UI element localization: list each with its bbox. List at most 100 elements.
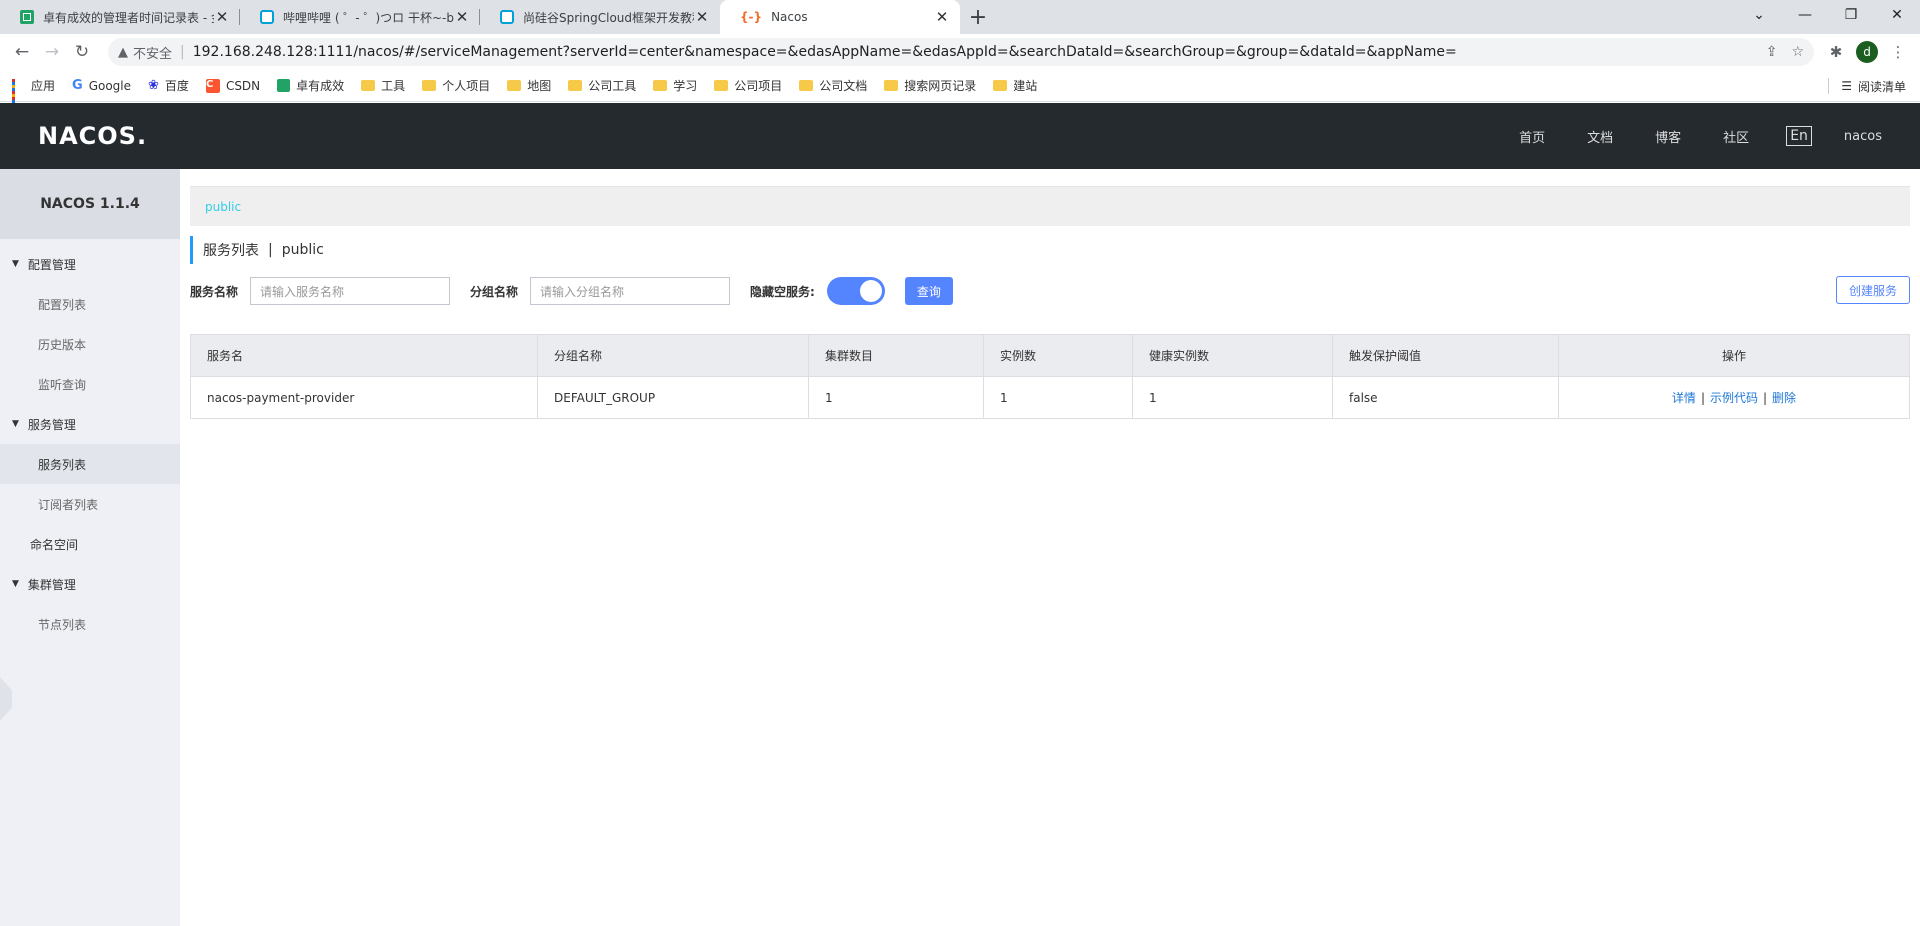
sidebar-collapse-handle[interactable] xyxy=(0,677,12,721)
url-text[interactable]: 192.168.248.128:1111/nacos/#/serviceMana… xyxy=(193,44,1752,60)
baidu-icon: ❀ xyxy=(148,78,159,93)
browser-tab-active[interactable]: {-} Nacos ✕ xyxy=(720,0,960,34)
close-icon[interactable]: ✕ xyxy=(454,8,470,26)
bookmark-folder[interactable]: 工具 xyxy=(361,77,405,94)
sample-code-link[interactable]: 示例代码 xyxy=(1710,391,1758,405)
reading-list[interactable]: ☰ 阅读清单 xyxy=(1828,70,1906,102)
cell-healthy-count: 1 xyxy=(1132,376,1333,419)
cell-instance-count: 1 xyxy=(983,376,1133,419)
create-service-button[interactable]: 创建服务 xyxy=(1835,276,1910,304)
main-content: public 服务列表 | public 服务名称 请输入服务名称 分组名称 请… xyxy=(190,169,1910,926)
bookmark-apps[interactable]: 应用 xyxy=(12,77,55,106)
group-name-input[interactable]: 请输入分组名称 xyxy=(530,277,731,305)
cell-cluster-count: 1 xyxy=(808,376,984,419)
bookmark-label: 建站 xyxy=(1013,79,1038,93)
sidebar-item-listener[interactable]: 监听查询 xyxy=(0,364,180,404)
apps-icon xyxy=(12,79,25,106)
top-menu: 首页 文档 博客 社区 En nacos xyxy=(1498,126,1882,146)
bookmark-csdn[interactable]: C CSDN xyxy=(205,78,260,93)
reading-list-icon: ☰ xyxy=(1841,79,1852,93)
bookmark-label: 百度 xyxy=(164,79,189,93)
tab-title: Nacos xyxy=(771,10,808,24)
bookmark-baidu[interactable]: ❀ 百度 xyxy=(148,77,189,94)
user-name[interactable]: nacos xyxy=(1844,129,1882,144)
language-switch[interactable]: En xyxy=(1786,126,1812,146)
service-name-input[interactable]: 请输入服务名称 xyxy=(250,277,451,305)
toggle-knob xyxy=(859,280,882,302)
group-name-label: 分组名称 xyxy=(470,284,519,299)
hide-empty-toggle[interactable] xyxy=(826,277,885,305)
reload-button[interactable]: ↻ xyxy=(68,38,96,66)
nacos-page: NACOS. 首页 文档 博客 社区 En nacos NACOS 1.1.4 … xyxy=(0,103,1920,926)
forward-button[interactable]: → xyxy=(38,38,66,66)
extensions-icon[interactable]: ✱ xyxy=(1822,38,1850,66)
sidebar-group-config[interactable]: ▼ 配置管理 xyxy=(0,244,180,284)
bilibili-icon xyxy=(260,10,274,24)
bookmark-label: 工具 xyxy=(381,79,406,93)
bookmark-label: 公司文档 xyxy=(819,79,868,93)
bookmark-folder[interactable]: 公司项目 xyxy=(714,77,782,94)
reading-list-label: 阅读清单 xyxy=(1857,79,1906,94)
close-icon[interactable]: ✕ xyxy=(934,8,950,26)
folder-icon xyxy=(568,80,583,91)
nav-home[interactable]: 首页 xyxy=(1498,127,1566,146)
top-nav: NACOS. 首页 文档 博客 社区 En nacos xyxy=(0,103,1920,169)
close-window-button[interactable]: ✕ xyxy=(1874,0,1920,30)
new-tab-button[interactable]: + xyxy=(960,0,996,34)
bookmark-folder[interactable]: 地图 xyxy=(507,77,551,94)
profile-avatar[interactable]: d xyxy=(1856,41,1878,63)
folder-icon xyxy=(799,80,814,91)
namespace-link[interactable]: public xyxy=(205,200,241,214)
tab-search-icon[interactable]: ⌄ xyxy=(1736,0,1782,30)
back-button[interactable]: ← xyxy=(8,38,36,66)
query-button[interactable]: 查询 xyxy=(904,277,953,305)
minimize-button[interactable]: — xyxy=(1782,0,1828,30)
nacos-logo[interactable]: NACOS. xyxy=(38,122,147,150)
browser-tab[interactable]: 尚硅谷SpringCloud框架开发教程 ✕ xyxy=(480,0,720,34)
sidebar-item-config-list[interactable]: 配置列表 xyxy=(0,284,180,324)
browser-tab[interactable]: 哔哩哔哩 ( ゜- ゜)つロ 干杯~-bili ✕ xyxy=(240,0,480,34)
divider xyxy=(1828,78,1830,94)
sidebar-item-service-list[interactable]: 服务列表 xyxy=(0,444,180,484)
bookmark-folder[interactable]: 建站 xyxy=(993,77,1037,94)
bookmark-folder[interactable]: 公司工具 xyxy=(568,77,636,94)
browser-tab[interactable]: 卓有成效的管理者时间记录表 - 金 ✕ xyxy=(0,0,240,34)
col-actions: 操作 xyxy=(1558,334,1910,377)
bookmark-google[interactable]: G Google xyxy=(72,78,131,93)
nav-blog[interactable]: 博客 xyxy=(1634,127,1702,146)
close-icon[interactable]: ✕ xyxy=(214,8,230,26)
group-label: 配置管理 xyxy=(27,257,76,272)
hide-empty-label: 隐藏空服务: xyxy=(750,284,815,299)
folder-icon xyxy=(884,80,899,91)
insecure-label: 不安全 xyxy=(133,46,173,62)
bookmark-folder[interactable]: 搜索网页记录 xyxy=(884,77,976,94)
menu-icon[interactable]: ⋮ xyxy=(1884,38,1912,66)
page-title: 服务列表 | public xyxy=(190,236,1910,264)
close-icon[interactable]: ✕ xyxy=(694,8,710,26)
sidebar-item-nodes[interactable]: 节点列表 xyxy=(0,604,180,644)
sidebar-item-namespace[interactable]: 命名空间 xyxy=(0,524,180,564)
bookmark-folder[interactable]: 个人项目 xyxy=(422,77,490,94)
folder-icon xyxy=(361,80,376,91)
sidebar-group-cluster[interactable]: ▼ 集群管理 xyxy=(0,564,180,604)
detail-link[interactable]: 详情 xyxy=(1672,391,1696,405)
group-label: 集群管理 xyxy=(27,577,76,592)
sidebar-item-history[interactable]: 历史版本 xyxy=(0,324,180,364)
op-separator: | xyxy=(1700,391,1705,405)
browser-toolbar: ← → ↻ ▲ 不安全 | 192.168.248.128:1111/nacos… xyxy=(0,34,1920,70)
sidebar-item-subscribers[interactable]: 订阅者列表 xyxy=(0,484,180,524)
caret-down-icon: ▼ xyxy=(12,419,19,429)
restore-button[interactable]: ❐ xyxy=(1828,0,1874,30)
sidebar-group-service[interactable]: ▼ 服务管理 xyxy=(0,404,180,444)
bookmark-zhuoyou[interactable]: 卓有成效 xyxy=(277,77,344,94)
csdn-icon: C xyxy=(205,78,220,93)
share-icon[interactable]: ⇪ xyxy=(1766,44,1778,60)
nav-community[interactable]: 社区 xyxy=(1702,127,1770,146)
bookmark-folder[interactable]: 学习 xyxy=(653,77,697,94)
nav-docs[interactable]: 文档 xyxy=(1566,127,1634,146)
bookmark-star-icon[interactable]: ☆ xyxy=(1791,44,1804,60)
bookmark-folder[interactable]: 公司文档 xyxy=(799,77,867,94)
address-bar[interactable]: ▲ 不安全 | 192.168.248.128:1111/nacos/#/ser… xyxy=(108,38,1814,66)
delete-link[interactable]: 删除 xyxy=(1772,391,1796,405)
col-protect-threshold: 触发保护阈值 xyxy=(1332,334,1559,377)
